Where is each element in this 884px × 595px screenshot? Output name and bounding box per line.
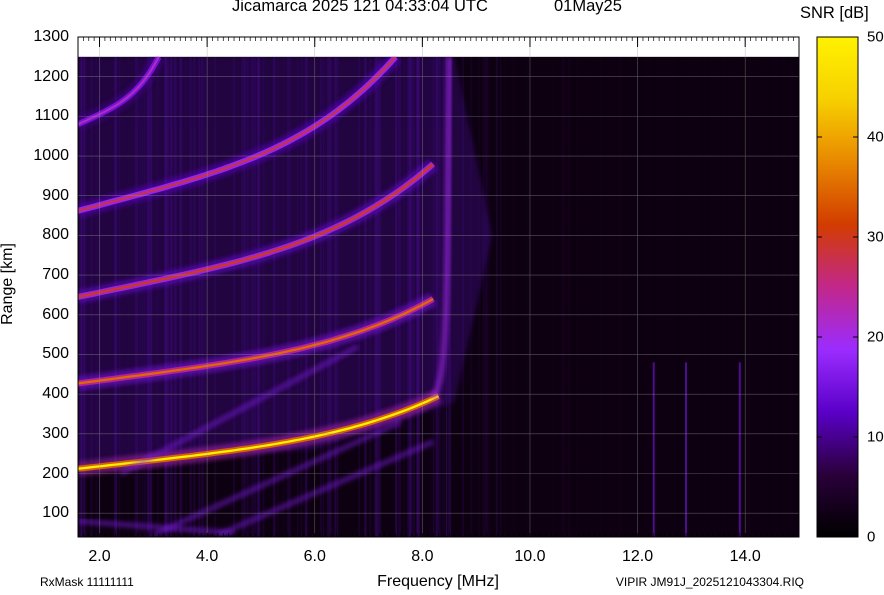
y-tick-label: 900 [42, 186, 69, 204]
y-tick-label: 400 [42, 385, 69, 403]
x-tick-label: 6.0 [303, 548, 326, 565]
y-tick-label: 1100 [34, 107, 69, 125]
x-tick-label: 14.0 [729, 548, 761, 565]
y-tick-label: 200 [42, 464, 69, 482]
colorbar-tick-label: 10 [867, 428, 884, 446]
x-tick-label: 12.0 [622, 548, 654, 565]
y-tick-label: 1000 [33, 147, 69, 165]
x-tick-label: 4.0 [196, 548, 219, 565]
y-tick-label: 100 [42, 504, 69, 522]
y-tick-label: 700 [42, 266, 69, 284]
y-tick-label: 1300 [33, 28, 69, 45]
y-tick-label: 600 [42, 305, 69, 323]
y-tick-label: 800 [42, 226, 69, 244]
y-tick-label: 1200 [33, 67, 69, 85]
colorbar-tick-label: 40 [867, 128, 884, 146]
colorbar-tick-label: 30 [867, 228, 884, 246]
colorbar-tick-label: 20 [867, 328, 884, 346]
y-axis-label: Range [km] [0, 243, 16, 325]
x-tick-label: 2.0 [88, 548, 111, 565]
file-label: VIPIR JM91J_2025121043304.RIQ [615, 575, 804, 589]
colorbar-tick-label: 50 [867, 28, 884, 46]
x-tick-label: 8.0 [411, 548, 434, 565]
colorbar [816, 36, 859, 538]
x-axis-label: Frequency [MHz] [377, 573, 499, 590]
colorbar-gradient [816, 36, 859, 538]
y-tick-label: 500 [42, 345, 69, 363]
y-tick-label: 300 [42, 424, 69, 442]
rxmask-label: RxMask 11111111 [40, 575, 134, 589]
x-tick-label: 10.0 [514, 548, 546, 565]
colorbar-tick-label: 0 [867, 528, 876, 546]
